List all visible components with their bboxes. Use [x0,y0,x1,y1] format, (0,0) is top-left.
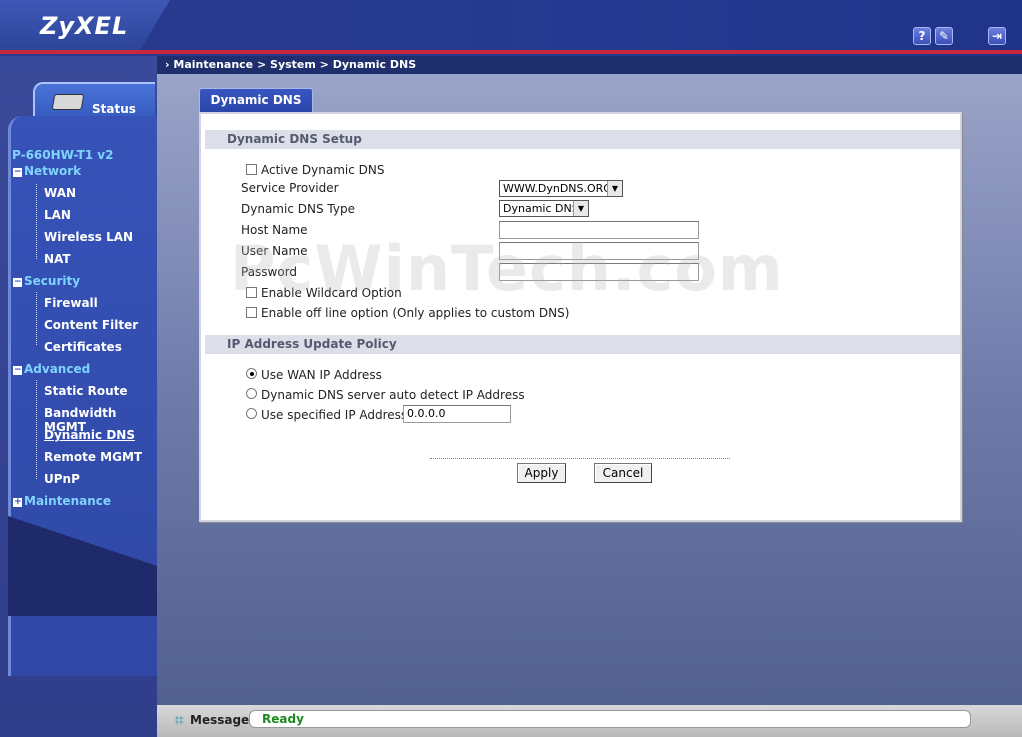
offline-label: Enable off line option (Only applies to … [261,306,570,320]
ddns-type-label: Dynamic DNS Type [241,202,355,216]
sidebar-item-lan[interactable]: LAN [44,208,71,222]
sidebar-item-wireless-lan[interactable]: Wireless LAN [44,230,133,244]
nav-section-label: Security [24,274,81,288]
breadcrumb-text: Maintenance > System > Dynamic DNS [173,58,417,71]
apply-button[interactable]: Apply [517,463,566,483]
status-message: Ready [262,712,304,726]
nav-section-label: Advanced [24,362,91,376]
zyxel-logo: ZyXEL [40,12,129,40]
policy-option-label: Dynamic DNS server auto detect IP Addres… [261,388,525,402]
section-title-setup: Dynamic DNS Setup [205,130,960,149]
policy-radio-auto-detect[interactable] [246,388,257,399]
collapse-icon: − [13,365,22,375]
device-model: P-660HW-T1 v2 [12,148,114,162]
tab-dynamic-dns[interactable]: Dynamic DNS [199,88,313,112]
sidebar-item-firewall[interactable]: Firewall [44,296,98,310]
service-provider-select[interactable]: WWW.DynDNS.ORG ▼ [499,180,623,197]
sidebar-item-content-filter[interactable]: Content Filter [44,318,138,332]
expand-icon: + [13,497,22,507]
button-separator [430,458,730,459]
wildcard-label: Enable Wildcard Option [261,286,402,300]
user-name-input[interactable] [499,242,699,260]
breadcrumb-arrow-icon: › [165,58,170,71]
nav-section-label: Network [24,164,82,178]
status-label: Message [190,713,250,727]
nav-section-network[interactable]: − Network [13,164,81,178]
cancel-button[interactable]: Cancel [594,463,652,483]
breadcrumb: › Maintenance > System > Dynamic DNS [157,56,1022,74]
sidebar-item-dynamic-dns[interactable]: Dynamic DNS [44,428,135,442]
sidebar-item-static-route[interactable]: Static Route [44,384,128,398]
sidebar-item-nat[interactable]: NAT [44,252,71,266]
service-provider-value: WWW.DynDNS.ORG [503,182,612,195]
active-ddns-label: Active Dynamic DNS [261,163,385,177]
user-name-label: User Name [241,244,308,258]
sidebar-item-certificates[interactable]: Certificates [44,340,122,354]
chevron-down-icon: ▼ [607,181,622,196]
help-icon[interactable]: ? [913,27,931,45]
specified-ip-input[interactable]: 0.0.0.0 [403,405,511,423]
sidebar-item-upnp[interactable]: UPnP [44,472,80,486]
chevron-down-icon: ▼ [573,201,588,216]
policy-radio-specified[interactable] [246,408,257,419]
settings-card: Dynamic DNS Setup Active Dynamic DNS Ser… [199,112,962,522]
header-divider [0,50,1022,54]
ddns-type-select[interactable]: Dynamic DNS ▼ [499,200,589,217]
status-bar: Message Ready [157,705,1022,737]
host-name-input[interactable] [499,221,699,239]
active-ddns-checkbox[interactable] [246,164,257,175]
header-bar: ZyXEL ? ✎ ⇥ [0,0,1022,56]
password-label: Password [241,265,298,279]
collapse-icon: − [13,167,22,177]
nav-section-maintenance[interactable]: + Maintenance [13,494,111,508]
nav-section-advanced[interactable]: − Advanced [13,362,90,376]
wizard-icon[interactable]: ✎ [935,27,953,45]
tree-line [36,292,37,345]
offline-checkbox[interactable] [246,307,257,318]
section-title-policy: IP Address Update Policy [205,335,960,354]
nav-section-security[interactable]: − Security [13,274,80,288]
policy-option-label: Use WAN IP Address [261,368,382,382]
router-icon [51,94,85,110]
sidebar-item-wan[interactable]: WAN [44,186,76,200]
tree-line [36,184,37,259]
service-provider-label: Service Provider [241,181,339,195]
policy-radio-wan[interactable] [246,368,257,379]
tree-line [36,380,37,479]
sidebar: Status P-660HW-T1 v2 − Network WAN LAN Wi… [0,56,157,737]
sidebar-item-remote-mgmt[interactable]: Remote MGMT [44,450,142,464]
status-message-box: Ready [249,710,971,728]
status-tab-label: Status [92,102,136,116]
ddns-type-value: Dynamic DNS [503,202,579,215]
nav-section-label: Maintenance [24,494,112,508]
wildcard-checkbox[interactable] [246,287,257,298]
host-name-label: Host Name [241,223,308,237]
status-dots-icon [175,716,184,725]
policy-option-label: Use specified IP Address [261,408,408,422]
collapse-icon: − [13,277,22,287]
password-input[interactable] [499,263,699,281]
logout-icon[interactable]: ⇥ [988,27,1006,45]
